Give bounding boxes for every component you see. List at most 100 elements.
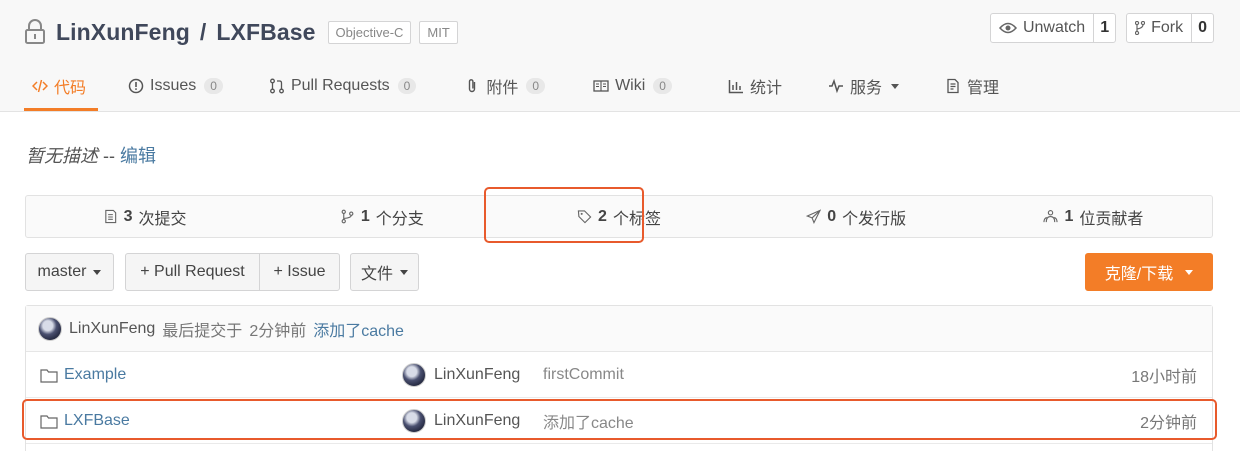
folder-link[interactable]: Example: [40, 352, 126, 398]
file-author[interactable]: LinXunFeng: [402, 352, 520, 398]
commits-icon: [104, 209, 116, 224]
new-issue-button[interactable]: + Issue: [259, 253, 340, 291]
commit-message-link[interactable]: 添加了cache: [313, 317, 404, 341]
edit-description-link[interactable]: 编辑: [120, 146, 156, 166]
tab-label: Issues: [150, 77, 197, 94]
file-row-highlight-box: [22, 399, 1217, 440]
watch-button[interactable]: Unwatch 1: [989, 13, 1117, 43]
commit-author-link[interactable]: LinXunFeng: [69, 320, 155, 338]
chevron-down-icon: [400, 269, 408, 275]
stat-number: 1: [360, 207, 370, 225]
tab-services[interactable]: 服务: [818, 64, 909, 108]
fork-button[interactable]: Fork 0: [1126, 13, 1214, 43]
clone-label: 克隆/下载: [1104, 266, 1174, 283]
stat-number: 3: [123, 207, 133, 225]
tab-label: 统计: [749, 80, 782, 97]
file-commit-message[interactable]: firstCommit: [543, 352, 624, 398]
watch-label: Unwatch: [1022, 19, 1086, 36]
stat-label: 位贡献者: [1079, 210, 1144, 228]
tab-issues[interactable]: Issues 0: [118, 64, 233, 108]
files-dropdown-button[interactable]: 文件: [350, 253, 419, 291]
tab-label: 代码: [54, 80, 87, 97]
avatar[interactable]: [38, 316, 62, 341]
pulse-icon: [828, 78, 843, 94]
book-icon: [593, 80, 609, 92]
latest-commit-row: LinXunFeng 最后提交于 2分钟前 添加了cache: [26, 306, 1212, 352]
avatar: [402, 363, 426, 387]
tab-stats[interactable]: 统计: [718, 64, 792, 108]
repo-owner-link[interactable]: LinXunFeng: [56, 19, 190, 46]
paperclip-icon: [469, 79, 476, 93]
tab-attachments[interactable]: 附件 0: [454, 64, 555, 108]
repo-header: LinXunFeng / LXFBase Objective-C MIT Unw…: [0, 0, 1240, 112]
license-badge: MIT: [419, 20, 458, 44]
tab-label: 附件: [486, 80, 519, 97]
tab-manage[interactable]: 管理: [935, 64, 1009, 108]
fork-label-group[interactable]: Fork: [1127, 14, 1193, 42]
tab-label: 管理: [967, 80, 1000, 97]
release-icon: [806, 209, 822, 224]
commit-label: 最后提交于: [162, 322, 243, 340]
tab-wiki[interactable]: Wiki 0: [583, 64, 682, 108]
commit-time: 2分钟前: [249, 322, 307, 340]
tab-label: 服务: [849, 80, 882, 97]
repo-description: 暂无描述 -- 编辑: [26, 142, 156, 168]
settings-doc-icon: [947, 78, 959, 94]
graph-icon: [728, 80, 743, 94]
tab-pull-requests[interactable]: Pull Requests 0: [259, 64, 426, 108]
tab-label: Pull Requests: [290, 77, 390, 94]
stat-branches[interactable]: 1 个分支: [263, 196, 500, 237]
fork-count[interactable]: 0: [1192, 14, 1213, 42]
stat-label: 个发行版: [842, 210, 907, 228]
repo-name-link[interactable]: LXFBase: [216, 19, 315, 46]
stat-commits[interactable]: 3 次提交: [26, 196, 263, 237]
chevron-down-icon: [93, 269, 102, 275]
description-text: 暂无描述: [26, 146, 98, 166]
description-separator: --: [103, 146, 116, 166]
stat-contributors[interactable]: 1 位贡献者: [975, 196, 1212, 237]
tab-label: Wiki: [615, 77, 646, 94]
tab-code[interactable]: 代码: [24, 64, 99, 111]
tab-count-badge: 0: [397, 78, 417, 94]
chevron-down-icon: [1185, 269, 1194, 275]
pull-request-icon: [270, 78, 284, 94]
fork-label: Fork: [1151, 19, 1184, 36]
repo-separator: /: [199, 18, 207, 45]
repo-toolbar: master + Pull Request + Issue 文件 克隆/下载: [25, 253, 1213, 291]
table-row: Example LinXunFeng firstCommit 18小时前: [26, 352, 1212, 398]
repo-actions: Unwatch 1 Fork 0: [989, 13, 1214, 43]
files-label: 文件: [360, 266, 393, 283]
fork-icon: [1135, 21, 1146, 35]
watch-count[interactable]: 1: [1094, 14, 1115, 42]
new-pull-request-button[interactable]: + Pull Request: [125, 253, 260, 291]
tab-count-badge: 0: [653, 78, 672, 94]
eye-icon: [998, 22, 1017, 34]
issue-label: + Issue: [273, 263, 326, 280]
stat-label: 次提交: [138, 210, 187, 228]
lock-icon: [25, 19, 45, 44]
branch-select-button[interactable]: master: [25, 253, 114, 291]
stat-number: 1: [1064, 207, 1074, 225]
file-commit-time: 18小时前: [1131, 369, 1197, 386]
tab-count-badge: 0: [204, 78, 223, 94]
pull-request-label: + Pull Request: [140, 263, 245, 280]
language-badge: Objective-C: [327, 20, 412, 44]
code-icon: [32, 79, 48, 93]
repo-title: LinXunFeng / LXFBase Objective-C MIT: [24, 16, 458, 48]
branch-name: master: [37, 263, 87, 280]
repo-tabs: 代码 Issues 0 Pull Requests 0 附件 0 Wiki 0 …: [24, 64, 1009, 112]
folder-name: Example: [64, 366, 127, 383]
watch-label-group[interactable]: Unwatch: [991, 14, 1095, 42]
branch-icon: [341, 209, 354, 224]
clone-download-button[interactable]: 克隆/下载: [1085, 253, 1213, 291]
chevron-down-icon: [891, 83, 899, 89]
issue-icon: [128, 78, 144, 94]
stat-releases[interactable]: 0 个发行版: [738, 196, 975, 237]
stat-label: 个分支: [375, 210, 424, 228]
tab-count-badge: 0: [526, 78, 546, 94]
folder-icon: [40, 368, 58, 383]
file-author-name: LinXunFeng: [434, 366, 521, 383]
tags-highlight-box: [484, 187, 644, 243]
contributors-icon: [1043, 210, 1059, 223]
stat-number: 0: [827, 207, 837, 225]
